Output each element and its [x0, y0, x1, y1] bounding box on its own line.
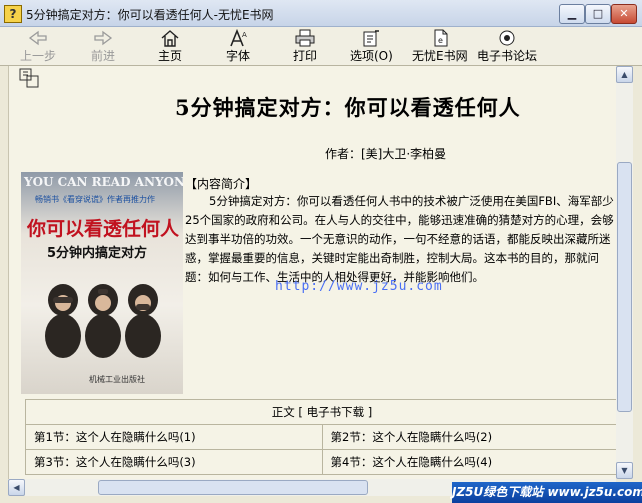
site-link[interactable]: http://www.jz5u.com	[275, 279, 443, 294]
home-label: 主页	[158, 49, 183, 63]
back-button[interactable]: 上一步	[20, 29, 56, 64]
cover-english-title: YOU CAN READ ANYONE	[24, 175, 183, 189]
book-title: 5分钟搞定对方：你可以看透任何人	[175, 95, 521, 120]
cover-tagline: 畅销书《看穿说谎》作者再推力作	[35, 195, 155, 204]
cover-publisher: 机械工业出版社	[89, 375, 145, 384]
close-button[interactable]: ✕	[611, 4, 637, 24]
printer-icon	[295, 29, 315, 47]
book-corner-icon	[19, 68, 39, 88]
font-button[interactable]: A 字体	[226, 29, 250, 64]
ebook-forum-button[interactable]: 电子书论坛	[477, 29, 537, 64]
toolbar: 上一步 前进 主页 A 字体 打印 选项(O) e 无忧E书网 电子书论坛	[0, 27, 642, 66]
options-icon	[363, 30, 380, 47]
home-button[interactable]: 主页	[158, 29, 182, 64]
monkeys-illustration	[45, 284, 161, 358]
svg-text:e: e	[438, 36, 443, 45]
title-bar: ? 5分钟搞定对方：你可以看透任何人-无忧E书网 ▁ □ ✕	[0, 0, 642, 27]
scroll-up-arrow-icon[interactable]: ▲	[616, 66, 633, 83]
cover-chinese-title: 你可以看透任何人	[27, 218, 180, 240]
intro-heading: 【内容简介】	[185, 177, 258, 191]
options-label: 选项(O)	[350, 49, 393, 63]
window-title: 5分钟搞定对方：你可以看透任何人-无忧E书网	[26, 8, 274, 22]
chapter-link[interactable]: 第4节：这个人在隐瞒什么吗(4)	[321, 449, 617, 475]
book-author: 作者：[美]大卫·李柏曼	[325, 147, 447, 161]
back-arrow-icon	[28, 30, 47, 46]
content-page: 5分钟搞定对方：你可以看透任何人 作者：[美]大卫·李柏曼 YOU CAN RE…	[8, 66, 617, 479]
chapter-link[interactable]: 第3节：这个人在隐瞒什么吗(3)	[25, 449, 323, 475]
svg-text:A: A	[242, 31, 247, 39]
chapter-link[interactable]: 第1节：这个人在隐瞒什么吗(1)	[25, 424, 323, 450]
options-button[interactable]: 选项(O)	[350, 29, 393, 64]
ebook-forum-label: 电子书论坛	[477, 49, 538, 63]
forward-label: 前进	[91, 49, 116, 63]
wuyou-ebook-button[interactable]: e 无忧E书网	[412, 29, 468, 64]
font-icon: A	[230, 29, 247, 47]
print-label: 打印	[293, 49, 318, 63]
forward-button[interactable]: 前进	[91, 29, 115, 64]
font-label: 字体	[226, 49, 251, 63]
table-of-contents: 正文 [ 电子书下载 ] 第1节：这个人在隐瞒什么吗(1) 第2节：这个人在隐瞒…	[25, 399, 617, 475]
book-cover-image: YOU CAN READ ANYONE 畅销书《看穿说谎》作者再推力作 你可以看…	[21, 172, 183, 394]
scroll-down-arrow-icon[interactable]: ▼	[616, 462, 633, 479]
minimize-button[interactable]: ▁	[559, 4, 585, 24]
intro-text: 5分钟搞定对方：你可以看透任何人书中的技术被广泛使用在美国FBI、海军部少25个…	[185, 194, 614, 284]
cover-subtitle: 5分钟内搞定对方	[47, 246, 148, 261]
scroll-left-arrow-icon[interactable]: ◀	[8, 479, 25, 496]
watermark-banner: JZ5U绿色下载站 www.jz5u.com	[452, 482, 642, 503]
maximize-button[interactable]: □	[585, 4, 611, 24]
horizontal-scroll-thumb[interactable]	[98, 480, 368, 495]
home-icon	[161, 30, 179, 47]
forward-arrow-icon	[94, 30, 113, 46]
wuyou-ebook-label: 无忧E书网	[412, 49, 468, 63]
vertical-scrollbar[interactable]: ▲ ▼	[616, 66, 633, 479]
print-button[interactable]: 打印	[293, 29, 317, 64]
left-frame	[0, 66, 8, 503]
toc-header[interactable]: 正文 [ 电子书下载 ]	[25, 399, 617, 425]
chapter-link[interactable]: 第2节：这个人在隐瞒什么吗(2)	[321, 424, 617, 450]
back-label: 上一步	[20, 49, 57, 63]
forum-icon	[499, 30, 515, 46]
table-row: 第3节：这个人在隐瞒什么吗(3) 第4节：这个人在隐瞒什么吗(4)	[25, 449, 617, 475]
vertical-scroll-thumb[interactable]	[617, 162, 632, 412]
document-icon: e	[434, 29, 448, 47]
table-row: 第1节：这个人在隐瞒什么吗(1) 第2节：这个人在隐瞒什么吗(2)	[25, 424, 617, 450]
help-book-icon: ?	[4, 5, 22, 23]
